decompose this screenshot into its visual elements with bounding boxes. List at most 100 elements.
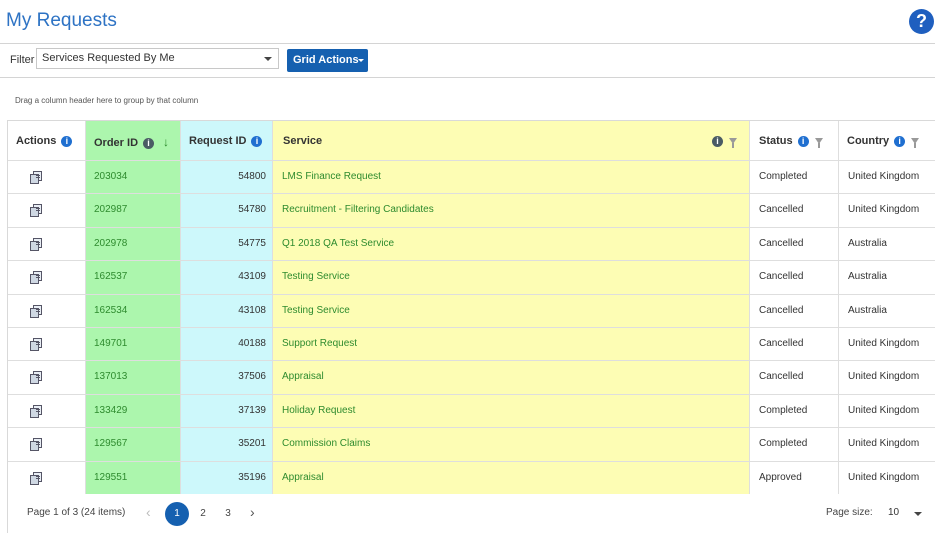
table-row[interactable]: 162534 43108 Testing Service Cancelled Austr… — [8, 294, 935, 327]
page-size-select[interactable]: 10 — [888, 507, 899, 518]
country-cell: Australia — [848, 304, 887, 316]
header-service[interactable]: Service — [283, 135, 322, 147]
filter-icon[interactable] — [814, 138, 823, 149]
filter-icon[interactable] — [911, 138, 920, 149]
service-link[interactable]: LMS Finance Request — [282, 171, 381, 182]
request-id-cell: 54780 — [238, 204, 266, 216]
service-link[interactable]: Commission Claims — [282, 438, 370, 449]
order-id-cell: 133429 — [94, 404, 128, 416]
service-link[interactable]: Recruitment - Filtering Candidates — [282, 204, 434, 215]
order-id-cell: 129567 — [94, 438, 128, 450]
request-id-cell: 40188 — [238, 338, 266, 349]
status-cell: Approved — [759, 471, 802, 483]
country-cell: Australia — [848, 237, 887, 249]
header-country-label: Country — [847, 135, 890, 147]
status-cell: Completed — [759, 171, 808, 182]
status-cell: Completed — [759, 404, 808, 416]
table-row[interactable]: 137013 37506 Appraisal Cancelled United King… — [8, 360, 935, 393]
filter-icon[interactable] — [729, 138, 737, 149]
table-row[interactable]: 203034 54800 LMS Finance Request Completed U… — [8, 160, 935, 193]
header-order-id-label: Order ID — [94, 137, 139, 149]
request-id-cell: 35196 — [238, 471, 266, 483]
page-button-2[interactable]: 2 — [191, 502, 215, 526]
service-link[interactable]: Appraisal — [282, 472, 324, 483]
header-order-id[interactable]: Order ID i ↓ — [94, 135, 169, 149]
filter-label: Filter — [10, 54, 35, 66]
info-icon[interactable]: i — [894, 135, 906, 147]
group-panel-hint[interactable]: Drag a column header here to group by th… — [15, 96, 198, 105]
view-request-icon[interactable] — [30, 438, 42, 452]
next-page-icon[interactable]: › — [250, 504, 255, 520]
request-id-cell: 43109 — [238, 271, 266, 283]
status-cell: Cancelled — [759, 237, 804, 249]
info-icon[interactable]: i — [251, 135, 263, 147]
header-service-label: Service — [283, 135, 323, 147]
service-link[interactable]: Appraisal — [282, 371, 324, 382]
order-id-cell: 203034 — [94, 171, 128, 182]
info-icon[interactable]: i — [143, 137, 155, 149]
view-request-icon[interactable] — [30, 237, 42, 251]
request-id-cell: 43108 — [238, 304, 266, 316]
status-cell: Cancelled — [759, 204, 804, 216]
page-button-3[interactable]: 3 — [216, 502, 240, 526]
country-cell: Australia — [848, 271, 887, 283]
grid-actions-label: Grid Actions — [293, 54, 359, 66]
view-request-icon[interactable] — [30, 204, 42, 218]
table-row[interactable]: 129567 35201 Commission Claims Completed Uni… — [8, 427, 935, 460]
divider — [0, 77, 935, 78]
page-button-1[interactable]: 1 — [165, 502, 189, 526]
table-row[interactable]: 133429 37139 Holiday Request Completed Unite… — [8, 394, 935, 427]
country-cell: United Kingdom — [848, 438, 920, 450]
view-request-icon[interactable] — [30, 371, 42, 385]
order-id-cell: 129551 — [94, 471, 128, 483]
info-icon[interactable]: i — [712, 135, 723, 147]
header-actions[interactable]: Actions i — [16, 135, 73, 147]
order-id-cell: 162534 — [94, 304, 128, 316]
view-request-icon[interactable] — [30, 338, 42, 351]
sort-descending-icon[interactable]: ↓ — [163, 135, 169, 149]
country-cell: United Kingdom — [848, 204, 920, 216]
country-cell: United Kingdom — [848, 471, 920, 483]
table-row[interactable]: 162537 43109 Testing Service Cancelled Austr… — [8, 260, 935, 293]
country-cell: United Kingdom — [848, 338, 920, 349]
view-request-icon[interactable] — [30, 471, 42, 485]
order-id-cell: 162537 — [94, 271, 128, 283]
filter-dropdown[interactable]: Services Requested By Me — [36, 48, 279, 69]
header-status[interactable]: Status i — [759, 135, 823, 149]
request-id-cell: 54800 — [238, 171, 266, 182]
service-link[interactable]: Testing Service — [282, 271, 350, 282]
service-link[interactable]: Testing Service — [282, 305, 350, 316]
prev-page-icon[interactable]: ‹ — [146, 504, 151, 520]
country-cell: United Kingdom — [848, 404, 920, 416]
service-link[interactable]: Support Request — [282, 338, 357, 349]
page-title: My Requests — [6, 10, 117, 31]
help-icon[interactable]: ? — [909, 9, 934, 34]
order-id-cell: 202987 — [94, 204, 128, 216]
order-id-cell: 202978 — [94, 237, 128, 249]
table-row[interactable]: 129551 35196 Appraisal Approved United Kingd… — [8, 461, 935, 494]
header-country[interactable]: Country i — [847, 135, 920, 149]
service-link[interactable]: Holiday Request — [282, 405, 355, 416]
chevron-down-icon[interactable] — [914, 512, 922, 516]
info-icon[interactable]: i — [61, 135, 73, 147]
view-request-icon[interactable] — [30, 404, 42, 418]
grid-pager: Page 1 of 3 (24 items) ‹ 1 2 3 › Page si… — [8, 494, 935, 534]
view-request-icon[interactable] — [30, 171, 42, 184]
table-row[interactable]: 202978 54775 Q1 2018 QA Test Service Cancel… — [8, 227, 935, 260]
header-request-id-label: Request ID — [189, 135, 247, 147]
header-actions-label: Actions — [16, 135, 57, 147]
view-request-icon[interactable] — [30, 271, 42, 285]
view-request-icon[interactable] — [30, 304, 42, 318]
filter-dropdown-value: Services Requested By Me — [42, 52, 175, 64]
divider — [0, 43, 935, 44]
country-cell: United Kingdom — [848, 371, 920, 383]
info-icon[interactable]: i — [797, 135, 809, 147]
header-request-id[interactable]: Request ID i — [189, 135, 263, 147]
country-cell: United Kingdom — [848, 171, 920, 182]
table-row[interactable]: 149701 40188 Support Request Cancelled Unite… — [8, 327, 935, 360]
table-row[interactable]: 202987 54780 Recruitment - Filtering Candi… — [8, 193, 935, 226]
grid-actions-button[interactable]: Grid Actions — [287, 49, 368, 72]
request-id-cell: 35201 — [238, 438, 266, 450]
service-link[interactable]: Q1 2018 QA Test Service — [282, 238, 394, 249]
page-size-label: Page size: — [826, 507, 873, 518]
